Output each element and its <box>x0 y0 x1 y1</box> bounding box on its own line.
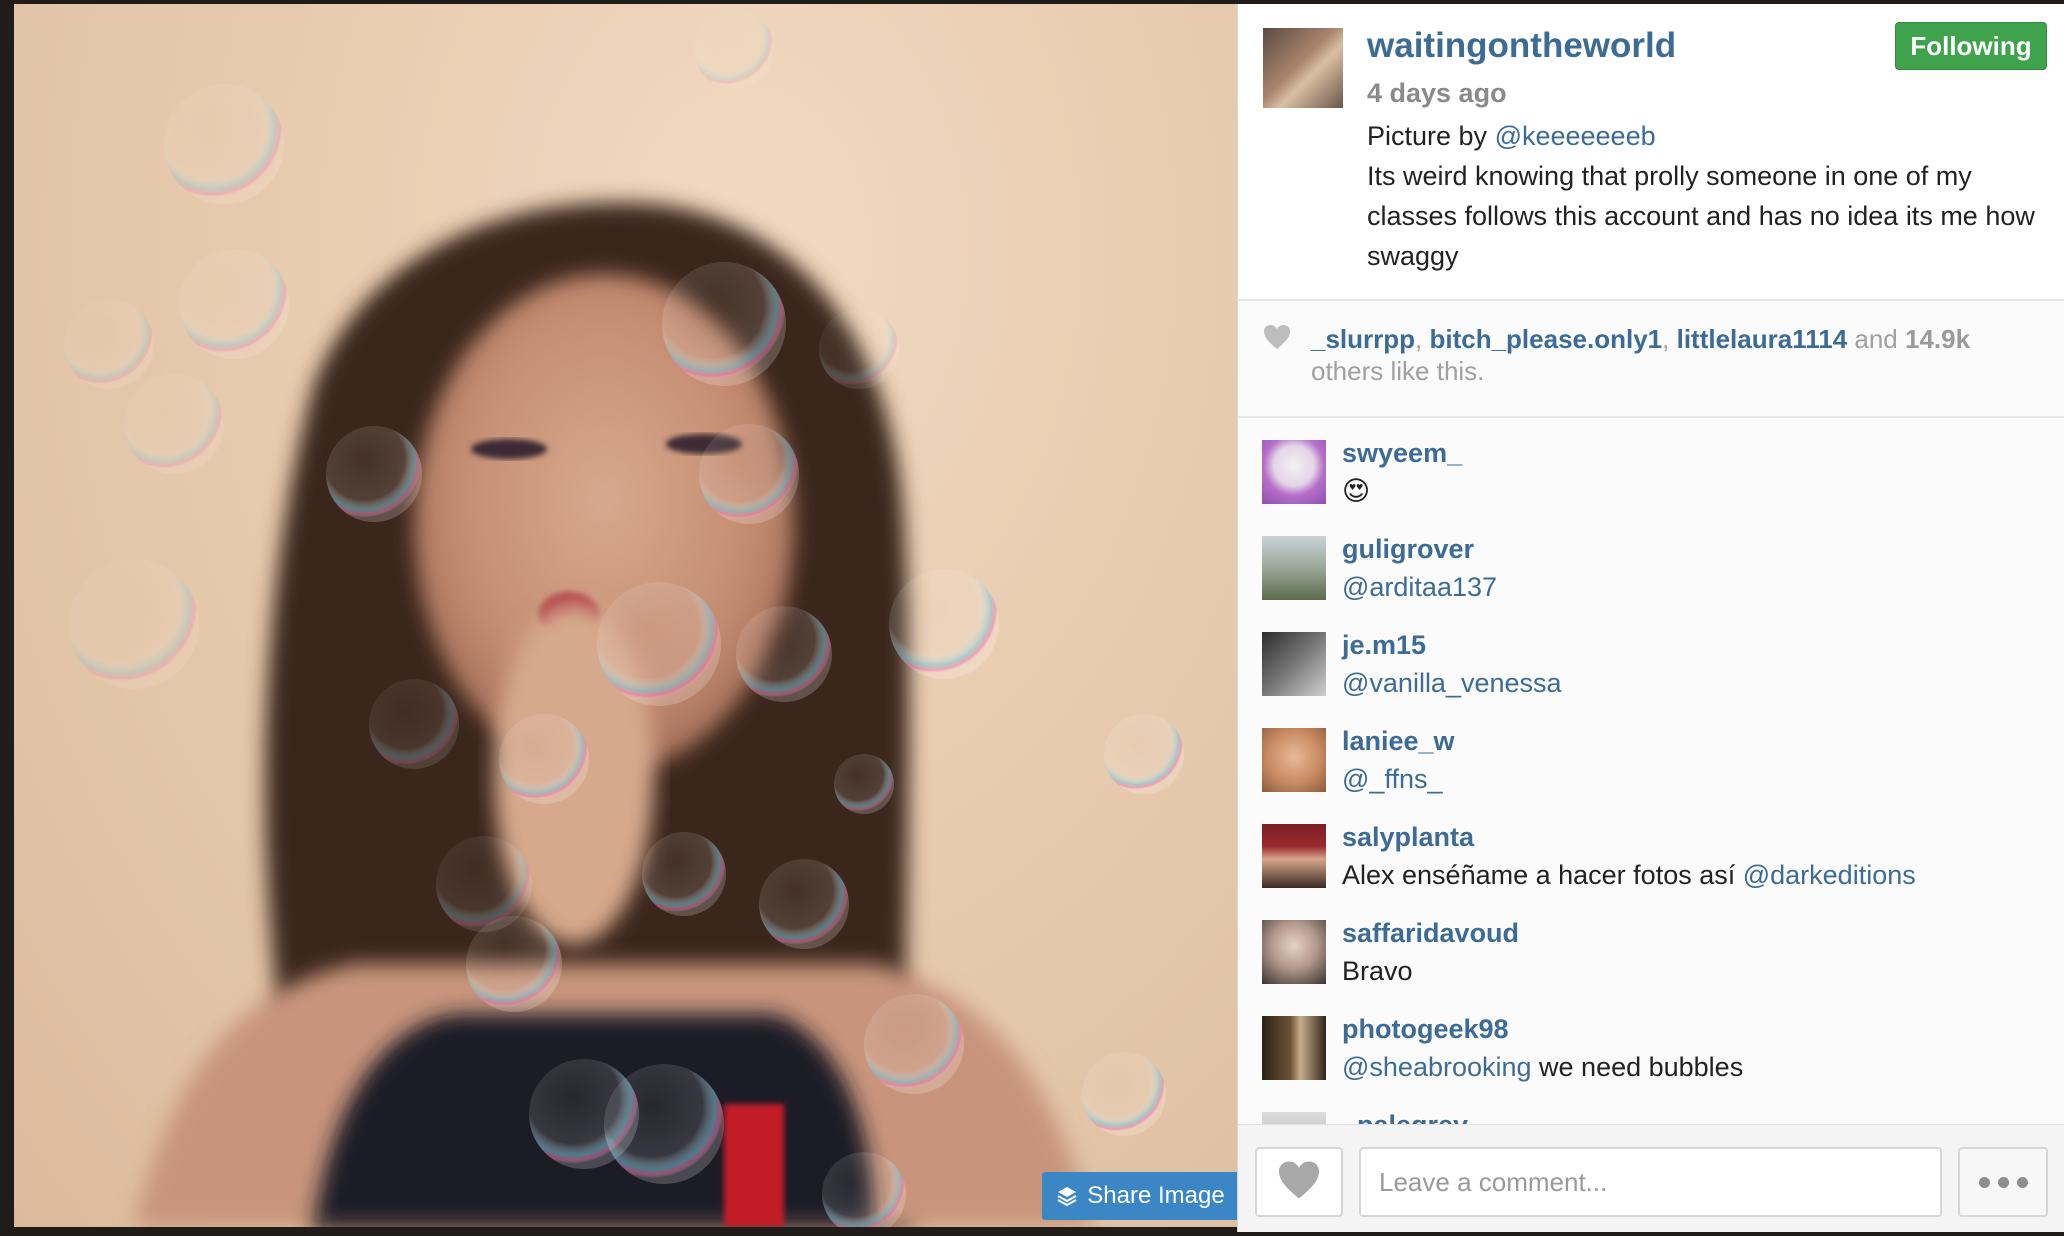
caption-mention[interactable]: @keeeeeeeb <box>1495 121 1656 151</box>
comment-item: saffaridavoud Bravo <box>1238 898 2064 994</box>
ellipsis-icon <box>2016 1176 2028 1188</box>
comment-text: 😍 <box>1342 476 1370 507</box>
commenter-username[interactable]: photogeek98 <box>1342 1014 1509 1045</box>
commenter-username[interactable]: salyplanta <box>1342 822 1474 853</box>
post-header: waitingontheworld Following 4 days ago P… <box>1238 4 2064 301</box>
post-caption: Picture by @keeeeeeeb Its weird knowing … <box>1367 116 2047 276</box>
commenter-username[interactable]: je.m15 <box>1342 630 1426 661</box>
layers-icon <box>1057 1185 1077 1207</box>
comment-body: we need bubbles <box>1531 1052 1744 1082</box>
like-button[interactable] <box>1255 1147 1343 1217</box>
comment-text: Bravo <box>1342 956 1413 987</box>
commenter-username[interactable]: laniee_w <box>1342 726 1455 757</box>
commenter-avatar[interactable] <box>1262 728 1326 792</box>
comment-body: Bravo <box>1342 956 1413 986</box>
share-image-button[interactable]: Share Image <box>1042 1172 1237 1220</box>
comment-body: Alex enséñame a hacer fotos así <box>1342 860 1743 890</box>
comment-mention[interactable]: @vanilla_venessa <box>1342 668 1562 698</box>
heart-icon <box>1277 1160 1321 1205</box>
comment-item: je.m15 @vanilla_venessa <box>1238 610 2064 706</box>
commenter-avatar[interactable] <box>1262 1016 1326 1080</box>
comment-mention[interactable]: @arditaa137 <box>1342 572 1497 602</box>
commenter-username[interactable]: guligrover <box>1342 534 1474 565</box>
post-photo[interactable]: Share Image <box>14 4 1237 1227</box>
comment-footer <box>1238 1124 2064 1232</box>
commenter-username[interactable]: saffaridavoud <box>1342 918 1519 949</box>
comment-item: laniee_w @_ffns_ <box>1238 706 2064 802</box>
liker-username[interactable]: _slurrpp <box>1311 324 1415 354</box>
commenter-username[interactable]: swyeem_ <box>1342 438 1462 469</box>
comment-body: 😍 <box>1342 476 1371 506</box>
commenter-avatar[interactable] <box>1262 440 1326 504</box>
likes-suffix: others like this. <box>1311 356 1485 386</box>
comment-item: _palegrey <box>1238 1090 2064 1124</box>
likes-and: and <box>1847 324 1905 354</box>
comment-mention[interactable]: @_ffns_ <box>1342 764 1442 794</box>
comment-mention[interactable]: @sheabrooking <box>1342 1052 1532 1082</box>
comment-text: @_ffns_ <box>1342 764 1442 795</box>
heart-icon <box>1263 324 1291 355</box>
following-button[interactable]: Following <box>1895 22 2047 70</box>
comment-text: Alex enséñame a hacer fotos así @darkedi… <box>1342 860 1916 891</box>
share-image-label: Share Image <box>1087 1182 1225 1209</box>
more-options-button[interactable] <box>1958 1147 2048 1217</box>
likes-separator: , <box>1415 324 1430 354</box>
likes-summary: _slurrpp, bitch_please.only1, littlelaur… <box>1311 323 2041 387</box>
caption-prefix: Picture by <box>1367 121 1495 151</box>
post-timestamp[interactable]: 4 days ago <box>1367 78 1507 109</box>
commenter-username[interactable]: _palegrey <box>1342 1110 1468 1124</box>
comment-item: photogeek98 @sheabrooking we need bubble… <box>1238 994 2064 1090</box>
commenter-avatar[interactable] <box>1262 536 1326 600</box>
photo-illustration <box>64 9 1184 1227</box>
commenter-avatar[interactable] <box>1262 824 1326 888</box>
comment-text: @vanilla_venessa <box>1342 668 1562 699</box>
likes-separator: , <box>1662 324 1677 354</box>
comment-item: salyplanta Alex enséñame a hacer fotos a… <box>1238 802 2064 898</box>
commenter-avatar[interactable] <box>1262 1112 1326 1124</box>
likes-count[interactable]: 14.9k <box>1905 324 1970 354</box>
comment-mention[interactable]: @darkeditions <box>1743 860 1916 890</box>
caption-text: Its weird knowing that prolly someone in… <box>1367 161 2035 271</box>
liker-username[interactable]: bitch_please.only1 <box>1429 324 1662 354</box>
owner-avatar[interactable] <box>1263 28 1343 108</box>
app-frame: Share Image waitingontheworld Following … <box>0 0 2064 1236</box>
comments-list[interactable]: swyeem_ 😍 guligrover @arditaa137 je.m15 … <box>1238 418 2064 1124</box>
comment-text: @arditaa137 <box>1342 572 1497 603</box>
commenter-avatar[interactable] <box>1262 920 1326 984</box>
comment-item: guligrover @arditaa137 <box>1238 514 2064 610</box>
comment-text: @sheabrooking we need bubbles <box>1342 1052 1743 1083</box>
liker-username[interactable]: littlelaura1114 <box>1677 324 1848 354</box>
ellipsis-icon <box>1978 1176 1990 1188</box>
owner-username[interactable]: waitingontheworld <box>1367 26 1676 66</box>
comment-item: swyeem_ 😍 <box>1238 418 2064 514</box>
comment-input[interactable] <box>1359 1147 1942 1217</box>
ellipsis-icon <box>1997 1176 2009 1188</box>
post-panel: waitingontheworld Following 4 days ago P… <box>1237 4 2064 1232</box>
likes-section: _slurrpp, bitch_please.only1, littlelaur… <box>1238 301 2064 418</box>
commenter-avatar[interactable] <box>1262 632 1326 696</box>
